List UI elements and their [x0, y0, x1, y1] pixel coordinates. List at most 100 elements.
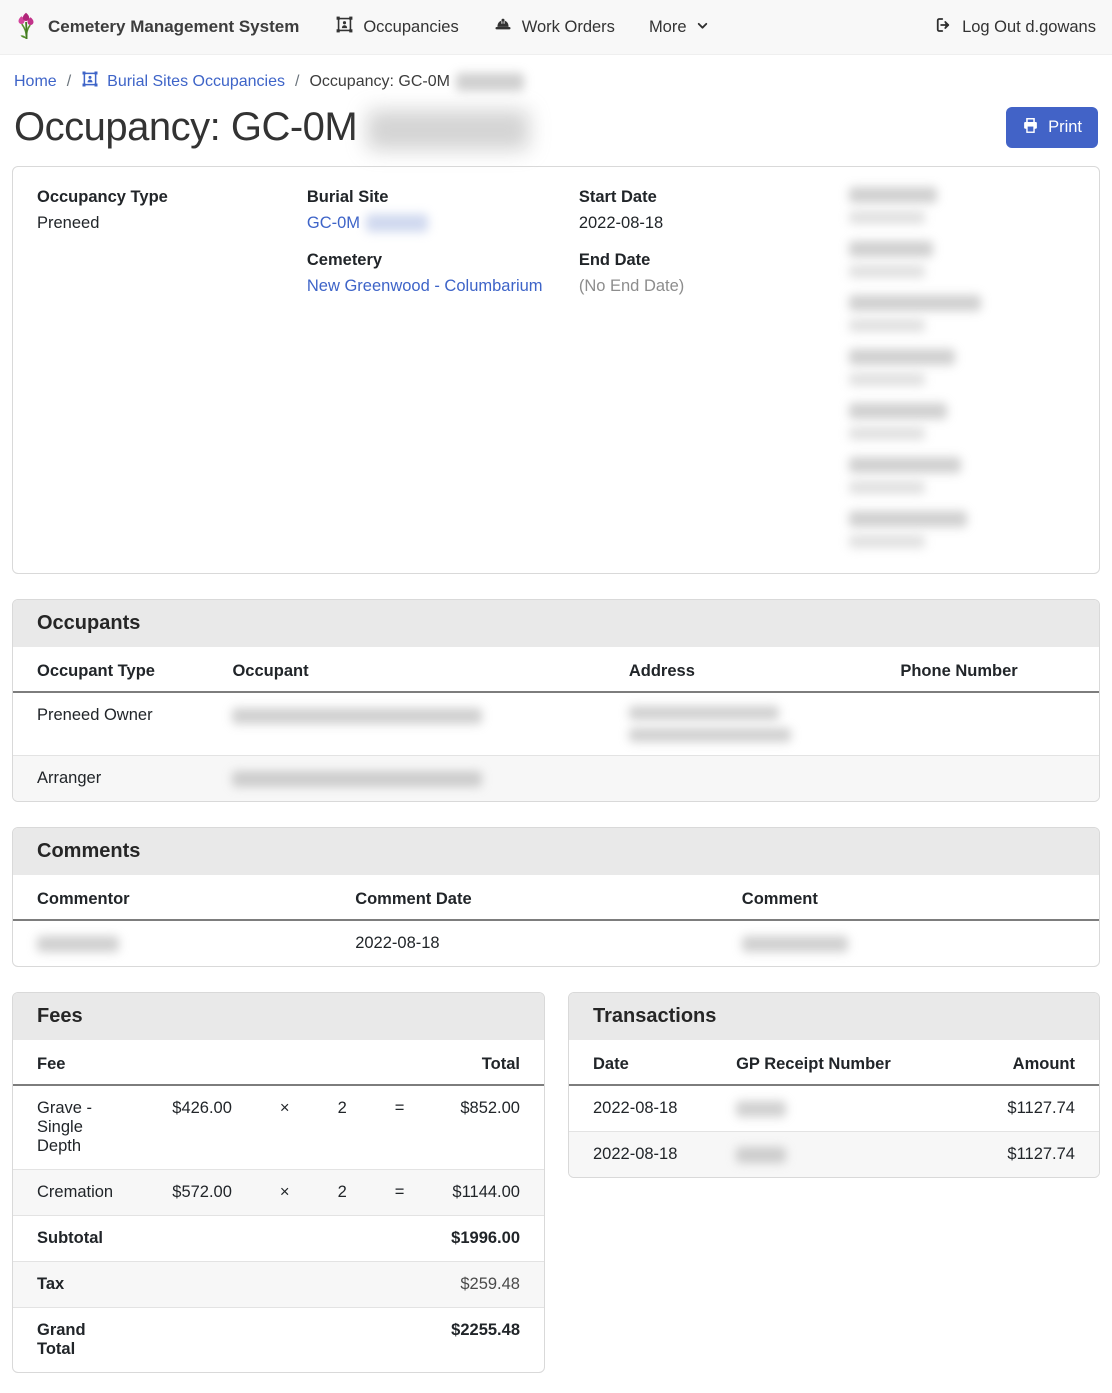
fee-total-cell: $852.00: [428, 1085, 544, 1170]
burial-site-icon: [335, 15, 354, 39]
grand-total-value: $2255.48: [148, 1308, 544, 1373]
grand-total-label: Grand Total: [13, 1308, 148, 1373]
comment-cell: [718, 920, 1099, 966]
col-occupant: Occupant: [208, 647, 604, 692]
col-gp-receipt-number: GP Receipt Number: [712, 1040, 961, 1085]
col-date: Date: [569, 1040, 712, 1085]
burial-site-field: Burial Site GC-0M: [307, 187, 579, 235]
transactions-card: Transactions Date GP Receipt Number Amou…: [568, 992, 1100, 1178]
fee-quantity-cell: 2: [314, 1085, 371, 1170]
redacted-text: [456, 73, 524, 91]
occupant-type-cell: Arranger: [13, 756, 208, 802]
fee-summary-row: Subtotal $1996.00: [13, 1216, 544, 1262]
logout-label: Log Out d.gowans: [962, 18, 1096, 37]
redacted-field: [849, 403, 1075, 440]
details-column-4-redacted: [849, 187, 1075, 565]
end-date-value: (No End Date): [579, 274, 849, 298]
fee-name-cell: Grave - Single Depth: [13, 1085, 148, 1170]
hard-hat-icon: [493, 15, 513, 39]
breadcrumb-burial-sites-occupancies[interactable]: Burial Sites Occupancies: [81, 70, 285, 93]
fee-unit-price-cell: $572.00: [148, 1170, 256, 1216]
print-button[interactable]: Print: [1006, 107, 1098, 148]
tax-value: $259.48: [148, 1262, 544, 1308]
start-date-field: Start Date 2022-08-18: [579, 187, 849, 235]
nav-occupancies-label: Occupancies: [363, 18, 458, 37]
occupant-phone-cell: [876, 756, 1099, 802]
redacted-text: [366, 214, 428, 232]
occupant-phone-cell: [876, 692, 1099, 756]
nav-occupancies[interactable]: Occupancies: [335, 15, 458, 39]
transactions-table: Date GP Receipt Number Amount 2022-08-18…: [569, 1040, 1099, 1177]
redacted-text: [367, 110, 529, 150]
start-date-value: 2022-08-18: [579, 211, 849, 235]
sign-out-icon: [934, 16, 952, 39]
comments-card: Comments Commentor Comment Date Comment …: [12, 827, 1100, 967]
nav-work-orders[interactable]: Work Orders: [493, 15, 615, 39]
occupant-row: Arranger: [13, 756, 1099, 802]
occupant-name-cell: [208, 692, 604, 756]
col-comment: Comment: [718, 875, 1099, 920]
app-title: Cemetery Management System: [48, 17, 299, 37]
chevron-down-icon: [696, 18, 709, 37]
cemetery-field: Cemetery New Greenwood - Columbarium: [307, 250, 579, 298]
redacted-field: [849, 295, 1075, 332]
transaction-amount-cell: $1127.74: [961, 1085, 1099, 1132]
burial-site-link[interactable]: GC-0M: [307, 211, 360, 235]
comments-card-title: Comments: [13, 828, 1099, 875]
fee-summary-row: Grand Total $2255.48: [13, 1308, 544, 1373]
fee-multiply-cell: ×: [256, 1085, 314, 1170]
fees-card-title: Fees: [13, 993, 544, 1040]
subtotal-value: $1996.00: [148, 1216, 544, 1262]
start-date-label: Start Date: [579, 187, 849, 208]
comment-date-cell: 2022-08-18: [331, 920, 718, 966]
occupant-address-cell: [605, 756, 877, 802]
details-column-3: Start Date 2022-08-18 End Date (No End D…: [579, 187, 849, 565]
logout-button[interactable]: Log Out d.gowans: [934, 16, 1096, 39]
breadcrumb-separator: /: [295, 73, 299, 91]
tulips-logo-icon: [14, 9, 38, 46]
redacted-field: [849, 241, 1075, 278]
fee-row: Grave - Single Depth $426.00 × 2 = $852.…: [13, 1085, 544, 1170]
col-total: Total: [428, 1040, 544, 1085]
occupants-card: Occupants Occupant Type Occupant Address…: [12, 599, 1100, 802]
comment-row: 2022-08-18: [13, 920, 1099, 966]
fee-total-cell: $1144.00: [428, 1170, 544, 1216]
page-title: Occupancy: GC-0M: [14, 105, 529, 150]
details-column-2: Burial Site GC-0M Cemetery New Greenwood…: [307, 187, 579, 565]
breadcrumb-section-label: Burial Sites Occupancies: [107, 73, 285, 91]
occupant-type-cell: Preneed Owner: [13, 692, 208, 756]
occupants-card-title: Occupants: [13, 600, 1099, 647]
transaction-receipt-cell: [712, 1132, 961, 1178]
fee-multiply-cell: ×: [256, 1170, 314, 1216]
occupancy-type-label: Occupancy Type: [37, 187, 307, 208]
occupancy-type-field: Occupancy Type Preneed: [37, 187, 307, 235]
breadcrumb-current: Occupancy: GC-0M: [309, 73, 523, 91]
transaction-date-cell: 2022-08-18: [569, 1132, 712, 1178]
occupant-row: Preneed Owner: [13, 692, 1099, 756]
transaction-amount-cell: $1127.74: [961, 1132, 1099, 1178]
occupants-table: Occupant Type Occupant Address Phone Num…: [13, 647, 1099, 801]
occupancy-type-value: Preneed: [37, 211, 307, 235]
redacted-field: [849, 511, 1075, 548]
top-navbar: Cemetery Management System Occupancies W: [0, 0, 1112, 55]
fee-name-cell: Cremation: [13, 1170, 148, 1216]
tax-label: Tax: [13, 1262, 148, 1308]
nav-more[interactable]: More: [649, 18, 709, 37]
occupant-name-cell: [208, 756, 604, 802]
app-brand: Cemetery Management System: [14, 9, 299, 46]
fees-table: Fee Total Grave - Single Depth $426.00 ×…: [13, 1040, 544, 1372]
subtotal-label: Subtotal: [13, 1216, 148, 1262]
burial-site-label: Burial Site: [307, 187, 579, 208]
printer-icon: [1022, 117, 1039, 139]
commentor-cell: [13, 920, 331, 966]
col-comment-date: Comment Date: [331, 875, 718, 920]
end-date-field: End Date (No End Date): [579, 250, 849, 298]
redacted-field: [849, 349, 1075, 386]
breadcrumb-home[interactable]: Home: [14, 73, 57, 91]
transaction-date-cell: 2022-08-18: [569, 1085, 712, 1132]
cemetery-link[interactable]: New Greenwood - Columbarium: [307, 274, 543, 298]
col-fee: Fee: [13, 1040, 148, 1085]
transaction-row: 2022-08-18 $1127.74: [569, 1132, 1099, 1178]
breadcrumb: Home / Burial Sites Occupancies / Occupa…: [12, 55, 1100, 101]
redacted-field: [849, 187, 1075, 224]
